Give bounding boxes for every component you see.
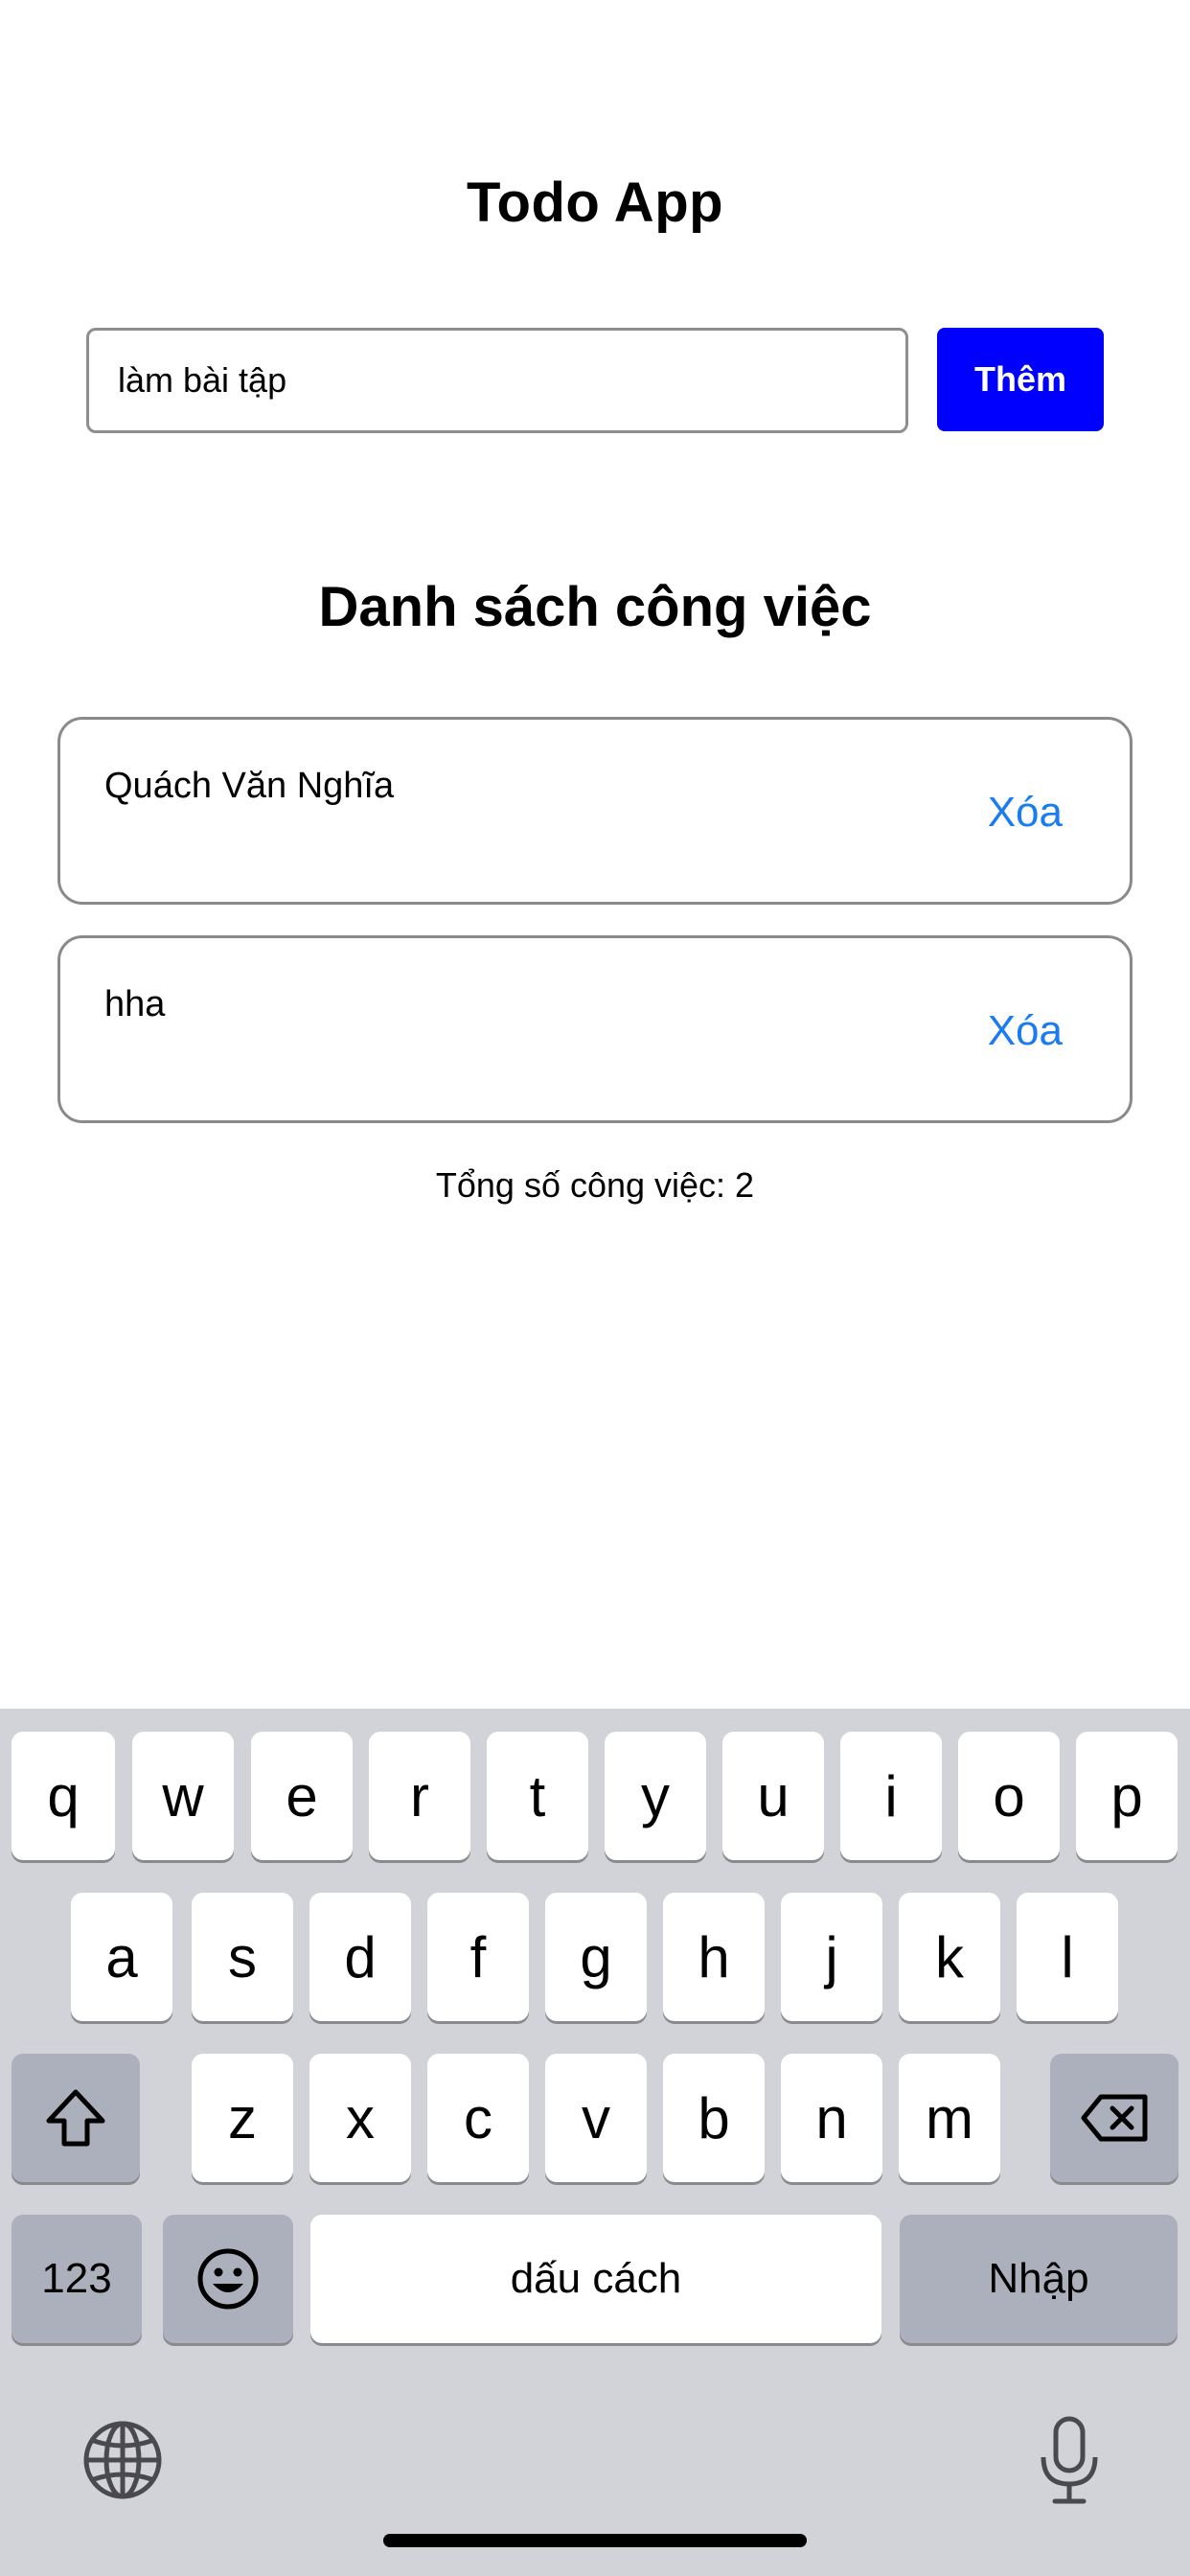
todo-text: hha <box>104 984 166 1024</box>
delete-button[interactable]: Xóa <box>988 1007 1063 1055</box>
key-l[interactable]: l <box>1017 1893 1118 2021</box>
numbers-key[interactable]: 123 <box>11 2215 142 2343</box>
emoji-key[interactable] <box>163 2215 293 2343</box>
key-e[interactable]: e <box>251 1732 353 1860</box>
task-input[interactable] <box>86 328 908 433</box>
key-s[interactable]: s <box>192 1893 293 2021</box>
key-d[interactable]: d <box>309 1893 411 2021</box>
todo-item: hha Xóa <box>57 935 1133 1123</box>
key-j[interactable]: j <box>781 1893 882 2021</box>
key-z[interactable]: z <box>192 2054 293 2182</box>
emoji-icon <box>196 2247 260 2311</box>
microphone-icon[interactable] <box>1031 2413 1108 2509</box>
key-v[interactable]: v <box>545 2054 647 2182</box>
key-f[interactable]: f <box>427 1893 529 2021</box>
key-x[interactable]: x <box>309 2054 411 2182</box>
key-y[interactable]: y <box>605 1732 706 1860</box>
key-w[interactable]: w <box>132 1732 234 1860</box>
delete-button[interactable]: Xóa <box>988 789 1063 837</box>
key-h[interactable]: h <box>663 1893 765 2021</box>
space-key[interactable]: dấu cách <box>310 2215 881 2343</box>
key-b[interactable]: b <box>663 2054 765 2182</box>
key-t[interactable]: t <box>487 1732 588 1860</box>
backspace-icon <box>1080 2093 1149 2143</box>
return-key[interactable]: Nhập <box>900 2215 1178 2343</box>
key-k[interactable]: k <box>899 1893 1000 2021</box>
todo-item: Quách Văn Nghĩa Xóa <box>57 717 1133 905</box>
total-count: Tổng số công việc: 2 <box>435 1165 755 1205</box>
key-g[interactable]: g <box>545 1893 647 2021</box>
list-heading: Danh sách công việc <box>318 576 872 638</box>
key-m[interactable]: m <box>899 2054 1000 2182</box>
key-c[interactable]: c <box>427 2054 529 2182</box>
key-o[interactable]: o <box>958 1732 1060 1860</box>
key-u[interactable]: u <box>722 1732 824 1860</box>
key-q[interactable]: q <box>11 1732 115 1860</box>
todo-text: Quách Văn Nghĩa <box>104 766 395 806</box>
globe-icon[interactable] <box>80 2418 165 2502</box>
keyboard: q w e r t y u i o p a s d f g h j k l z … <box>0 1709 1190 2576</box>
shift-key[interactable] <box>11 2054 140 2182</box>
backspace-key[interactable] <box>1050 2054 1179 2182</box>
key-n[interactable]: n <box>781 2054 882 2182</box>
home-indicator <box>383 2534 807 2547</box>
key-a[interactable]: a <box>71 1893 172 2021</box>
key-p[interactable]: p <box>1076 1732 1178 1860</box>
page-title: Todo App <box>466 172 724 234</box>
shift-icon <box>45 2088 106 2148</box>
key-r[interactable]: r <box>369 1732 470 1860</box>
add-button[interactable]: Thêm <box>937 328 1104 431</box>
key-i[interactable]: i <box>840 1732 942 1860</box>
